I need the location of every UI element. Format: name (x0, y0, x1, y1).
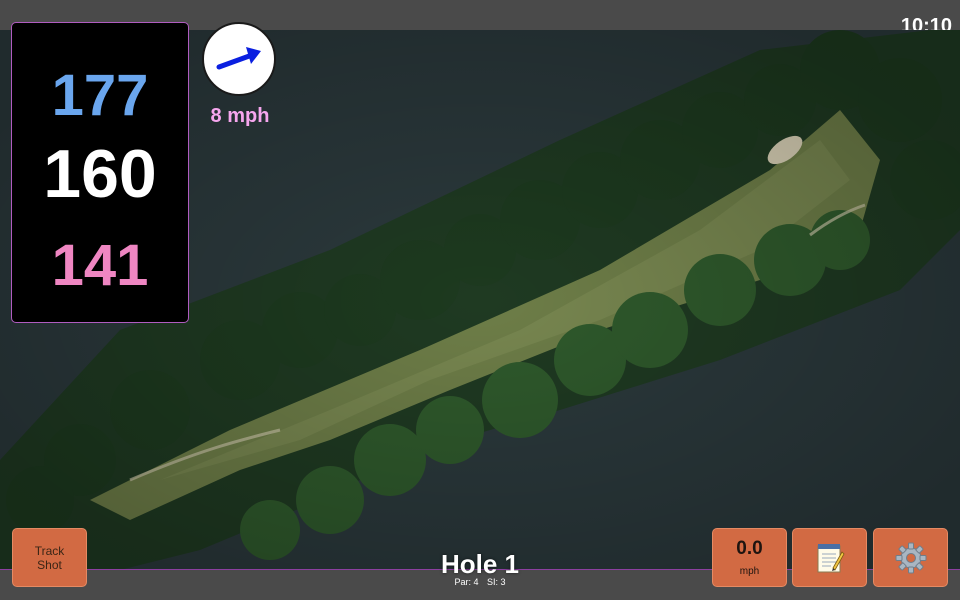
gear-icon (895, 542, 926, 573)
settings-button[interactable] (873, 528, 948, 587)
hole-title: Hole 1 (440, 549, 520, 579)
hole-par: Par: 4 (454, 577, 479, 587)
wind-speed: 8 mph (210, 105, 270, 127)
wind-arrow-icon (216, 47, 261, 70)
speed-button[interactable]: 0.0 mph (712, 528, 787, 587)
speed-value: 0.0 (736, 538, 763, 559)
hole-stroke-index: SI: 3 (487, 577, 506, 587)
front-distance: 141 (51, 233, 149, 298)
track-shot-label-line2: Shot (37, 557, 62, 572)
notepad-icon (817, 543, 844, 572)
track-shot-label-line1: Track (34, 543, 65, 558)
speed-unit: mph (739, 566, 760, 577)
middle-distance: 160 (43, 136, 157, 212)
hole-info: Par: 4 SI: 3 (380, 577, 580, 588)
notes-button[interactable] (792, 528, 867, 587)
back-distance: 177 (51, 63, 149, 128)
wind-direction-indicator (202, 22, 276, 96)
golf-gps-screen: 10:10 177 160 141 8 mph Track Shot Hole … (0, 0, 960, 600)
distance-panel: 177 160 141 (11, 22, 189, 323)
track-shot-button[interactable]: Track Shot (12, 528, 87, 587)
